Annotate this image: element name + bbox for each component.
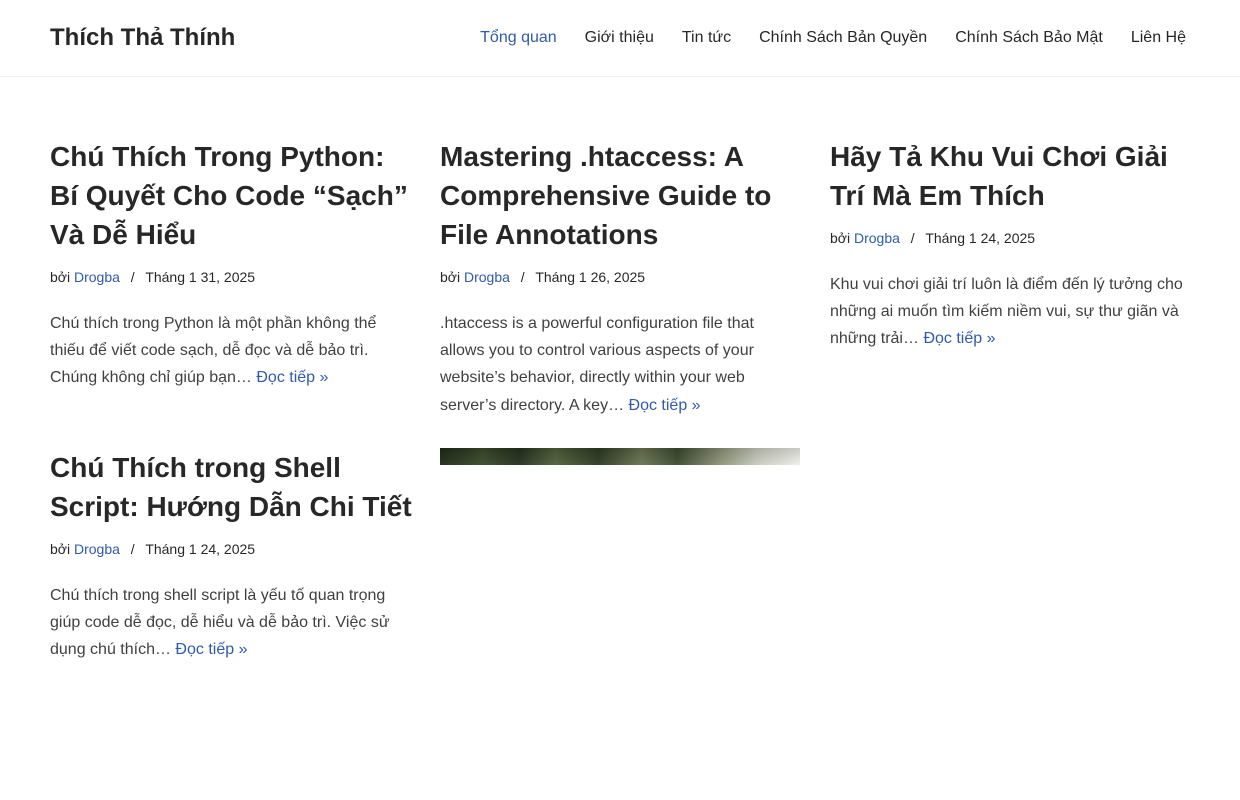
read-more-link[interactable]: Đọc tiếp » — [175, 641, 247, 658]
post-author-link[interactable]: Drogba — [854, 230, 900, 246]
read-more-link[interactable]: Đọc tiếp » — [629, 397, 701, 414]
post-excerpt: .htaccess is a powerful configuration fi… — [440, 310, 802, 419]
post-by-label: bởi — [830, 230, 851, 246]
nav-item-gioi-thieu[interactable]: Giới thiệu — [585, 28, 654, 48]
post-author-link[interactable]: Drogba — [74, 541, 120, 557]
nav-item-tin-tuc[interactable]: Tin tức — [682, 28, 731, 48]
meta-separator: / — [520, 269, 525, 285]
nav-item-tong-quan[interactable]: Tổng quan — [480, 28, 557, 48]
post-title: Chú Thích trong Shell Script: Hướng Dẫn … — [50, 448, 412, 526]
main-nav: Tổng quan Giới thiệu Tin tức Chính Sách … — [480, 28, 1186, 48]
post-author-link[interactable]: Drogba — [74, 269, 120, 285]
post-date: Tháng 1 24, 2025 — [145, 541, 256, 557]
post-thumbnail[interactable] — [440, 448, 800, 465]
post-by-label: bởi — [50, 269, 71, 285]
post-excerpt: Khu vui chơi giải trí luôn là điểm đến l… — [830, 271, 1192, 353]
post-card: Chú Thích Trong Python: Bí Quyết Cho Cod… — [50, 137, 412, 392]
nav-item-lien-he[interactable]: Liên Hệ — [1131, 28, 1186, 48]
post-meta: bởi Drogba / Tháng 1 24, 2025 — [50, 539, 412, 559]
post-meta: bởi Drogba / Tháng 1 24, 2025 — [830, 228, 1192, 248]
post-card: Chú Thích trong Shell Script: Hướng Dẫn … — [50, 448, 412, 664]
post-date: Tháng 1 26, 2025 — [535, 269, 646, 285]
nav-item-chinh-sach-bao-mat[interactable]: Chính Sách Bảo Mật — [955, 28, 1103, 48]
site-title[interactable]: Thích Thả Thính — [50, 23, 235, 53]
meta-separator: / — [130, 269, 135, 285]
post-title-link[interactable]: Mastering .htaccess: A Comprehensive Gui… — [440, 141, 771, 250]
post-title: Hãy Tả Khu Vui Chơi Giải Trí Mà Em Thích — [830, 137, 1192, 215]
post-excerpt-text: .htaccess is a powerful configuration fi… — [440, 315, 754, 414]
post-excerpt-text: Khu vui chơi giải trí luôn là điểm đến l… — [830, 276, 1183, 348]
post-title-link[interactable]: Chú Thích trong Shell Script: Hướng Dẫn … — [50, 452, 412, 522]
meta-separator: / — [130, 541, 135, 557]
post-meta: bởi Drogba / Tháng 1 26, 2025 — [440, 267, 802, 287]
nav-item-chinh-sach-ban-quyen[interactable]: Chính Sách Bản Quyền — [759, 28, 927, 48]
post-title: Mastering .htaccess: A Comprehensive Gui… — [440, 137, 802, 254]
post-date: Tháng 1 24, 2025 — [925, 230, 1036, 246]
post-meta: bởi Drogba / Tháng 1 31, 2025 — [50, 267, 412, 287]
read-more-link[interactable]: Đọc tiếp » — [923, 330, 995, 347]
post-by-label: bởi — [50, 541, 71, 557]
post-title-link[interactable]: Chú Thích Trong Python: Bí Quyết Cho Cod… — [50, 141, 408, 250]
post-card: Hãy Tả Khu Vui Chơi Giải Trí Mà Em Thích… — [830, 137, 1192, 353]
post-excerpt: Chú thích trong Python là một phần không… — [50, 310, 412, 392]
post-date: Tháng 1 31, 2025 — [145, 269, 256, 285]
site-header: Thích Thả Thính Tổng quan Giới thiệu Tin… — [0, 0, 1240, 77]
post-by-label: bởi — [440, 269, 461, 285]
post-card: Mastering .htaccess: A Comprehensive Gui… — [440, 137, 802, 419]
post-title-link[interactable]: Hãy Tả Khu Vui Chơi Giải Trí Mà Em Thích — [830, 141, 1168, 211]
meta-separator: / — [910, 230, 915, 246]
post-excerpt: Chú thích trong shell script là yếu tố q… — [50, 582, 412, 664]
post-author-link[interactable]: Drogba — [464, 269, 510, 285]
post-title: Chú Thích Trong Python: Bí Quyết Cho Cod… — [50, 137, 412, 254]
read-more-link[interactable]: Đọc tiếp » — [256, 369, 328, 386]
